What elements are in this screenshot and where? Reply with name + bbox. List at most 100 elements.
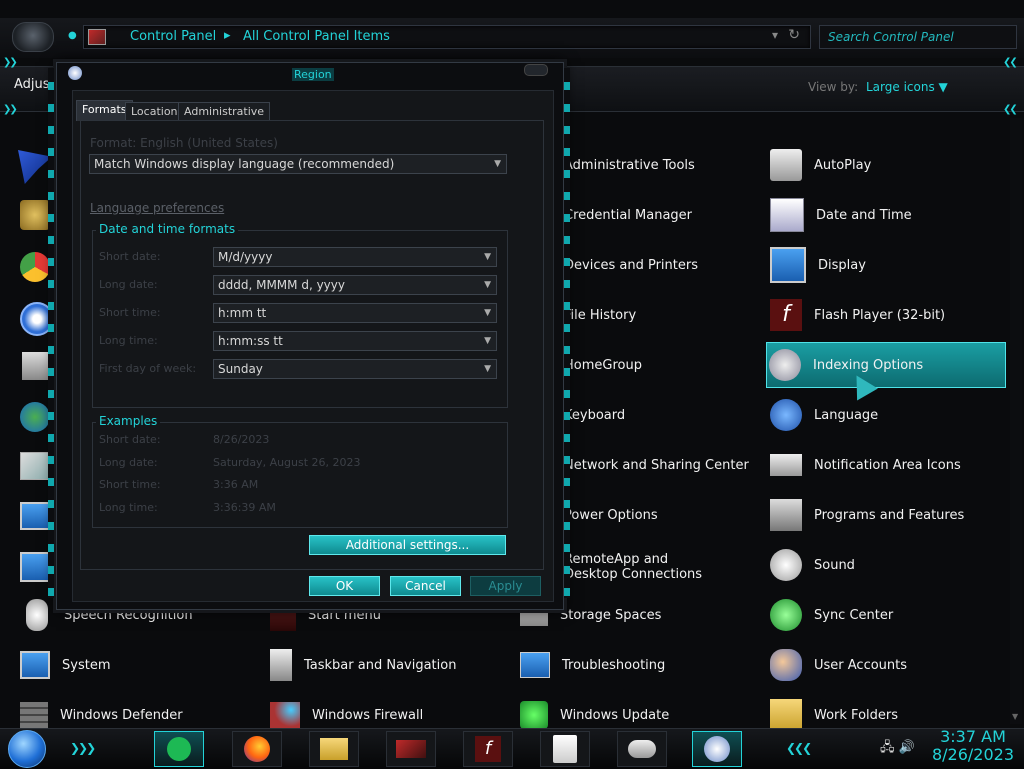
tab-location[interactable]: Location <box>125 102 184 121</box>
breadcrumb-separator-icon[interactable]: ▸ <box>224 28 231 43</box>
example-label: Short time: <box>99 478 161 491</box>
cp-item-programs-features[interactable]: Programs and Features <box>768 493 1006 537</box>
item-label: System <box>62 657 111 673</box>
taskbar-app[interactable] <box>617 731 667 767</box>
programs-icon <box>770 499 802 531</box>
item-label: Indexing Options <box>813 357 924 373</box>
item-label: AutoPlay <box>814 157 872 173</box>
taskbar-app[interactable] <box>154 731 204 767</box>
firefox-icon <box>244 736 270 762</box>
view-by-label: View by: <box>808 80 859 94</box>
credentials-keys-icon[interactable] <box>20 200 50 230</box>
breadcrumb-all-items[interactable]: All Control Panel Items <box>243 29 390 44</box>
file-explorer-icon <box>320 738 348 760</box>
address-dropdown-icon[interactable]: ▾ <box>772 28 778 42</box>
cp-item-language[interactable]: Language <box>768 393 1006 437</box>
apply-button[interactable]: Apply <box>470 576 541 596</box>
breadcrumb-control-panel[interactable]: Control Panel <box>130 29 216 44</box>
example-value: Saturday, August 26, 2023 <box>213 456 361 469</box>
microphone-icon <box>26 599 48 631</box>
cp-item-flash-player[interactable]: f Flash Player (32-bit) <box>768 293 1006 337</box>
tab-administrative[interactable]: Administrative <box>178 102 271 121</box>
item-label: Windows Defender <box>60 707 183 723</box>
search-box[interactable] <box>819 25 1017 49</box>
taskbar-icon <box>270 649 292 681</box>
users-icon <box>770 649 802 681</box>
start-button-icon[interactable] <box>8 730 46 768</box>
long-time-select[interactable]: h:mm:ss tt ▼ <box>213 331 497 351</box>
cp-item-indexing-options[interactable]: Indexing Options <box>766 342 1006 388</box>
taskbar-app[interactable] <box>386 731 436 767</box>
cp-item-date-time[interactable]: Date and Time <box>768 193 1006 237</box>
example-label: Long time: <box>99 501 158 514</box>
address-bar[interactable]: Control Panel ▸ All Control Panel Items … <box>83 25 811 49</box>
cp-item-sync-center[interactable]: Sync Center <box>768 593 1006 637</box>
item-label: Notification Area Icons <box>814 457 961 473</box>
ok-button[interactable]: OK <box>309 576 380 596</box>
cp-item-sound[interactable]: Sound <box>768 543 1006 587</box>
scrollbar[interactable] <box>1010 118 1022 724</box>
cancel-button[interactable]: Cancel <box>390 576 461 596</box>
taskbar-app[interactable] <box>309 731 359 767</box>
short-date-select[interactable]: M/d/yyyy ▼ <box>213 247 497 267</box>
cp-item-system[interactable]: System <box>18 643 256 687</box>
sync-icon <box>770 599 802 631</box>
update-icon <box>520 701 548 729</box>
item-label: Flash Player (32-bit) <box>814 307 946 323</box>
sound-icon <box>770 549 802 581</box>
notification-icon <box>770 454 802 476</box>
short-time-select[interactable]: h:mm tt ▼ <box>213 303 497 323</box>
taskbar-app[interactable] <box>232 731 282 767</box>
first-day-select[interactable]: Sunday ▼ <box>213 359 497 379</box>
chevron-right-icon[interactable]: ● <box>68 30 77 41</box>
clock-time: 3:37 AM <box>940 727 1006 746</box>
internet-options-icon[interactable] <box>20 402 50 432</box>
cp-item-notification-area[interactable]: Notification Area Icons <box>768 443 1006 487</box>
search-input[interactable] <box>826 29 1010 45</box>
view-by-dropdown[interactable]: Large icons ▼ <box>866 80 948 94</box>
format-select[interactable]: Match Windows display language (recommen… <box>89 154 507 174</box>
system-icon <box>20 651 50 679</box>
clock-icon <box>704 736 730 762</box>
field-value: Sunday <box>218 362 263 376</box>
default-programs-icon[interactable] <box>20 252 50 282</box>
close-icon[interactable] <box>524 64 548 76</box>
get-programs-icon[interactable] <box>22 352 48 380</box>
taskbar-clock[interactable]: 3:37 AM 8/26/2023 <box>930 728 1016 764</box>
item-label: Date and Time <box>816 207 912 223</box>
taskbar-app[interactable]: f <box>463 731 513 767</box>
item-label: Programs and Features <box>814 507 965 523</box>
item-label: Administrative Tools <box>564 157 695 173</box>
scroll-down-icon[interactable]: ▼ <box>1012 712 1018 721</box>
tray-network-volume-icon[interactable]: 🖧 🔊 <box>880 738 915 760</box>
troubleshoot-icon <box>520 652 550 678</box>
cp-item-taskbar-navigation[interactable]: Taskbar and Navigation <box>268 643 506 687</box>
item-label: Network and Sharing Center <box>564 457 749 473</box>
cp-item-user-accounts[interactable]: User Accounts <box>768 643 1006 687</box>
chevron-down-icon: ▼ <box>484 280 491 290</box>
autoplay-icon <box>770 149 802 181</box>
taskbar-app[interactable] <box>540 731 590 767</box>
cp-item-display[interactable]: Display <box>768 243 1006 287</box>
additional-settings-button[interactable]: Additional settings... <box>309 535 506 555</box>
format-value: Match Windows display language (recommen… <box>94 157 395 171</box>
action-center-flag-icon[interactable] <box>18 150 52 184</box>
refresh-icon[interactable]: ↻ <box>788 27 800 43</box>
taskbar-app[interactable] <box>692 731 742 767</box>
taskbar-decor-icon: ❯❯❯ <box>70 741 96 755</box>
item-label: Storage Spaces <box>560 607 662 623</box>
item-label: Devices and Printers <box>564 257 698 273</box>
item-label: Taskbar and Navigation <box>304 657 457 673</box>
back-forward-orb-icon[interactable] <box>12 22 54 52</box>
chevron-decor-icon: ❯❯ <box>3 57 18 68</box>
chevron-down-icon: ▼ <box>484 364 491 374</box>
dialog-title: Region <box>292 68 334 81</box>
language-preferences-link[interactable]: Language preferences <box>90 201 224 215</box>
dialog-frame-left <box>48 68 54 598</box>
long-date-select[interactable]: dddd, MMMM d, yyyy ▼ <box>213 275 497 295</box>
cp-item-autoplay[interactable]: AutoPlay <box>768 143 1006 187</box>
item-label: Windows Firewall <box>312 707 424 723</box>
calendar-icon <box>770 198 804 232</box>
item-label: Language <box>814 407 879 423</box>
cp-item-troubleshooting[interactable]: Troubleshooting <box>518 643 756 687</box>
